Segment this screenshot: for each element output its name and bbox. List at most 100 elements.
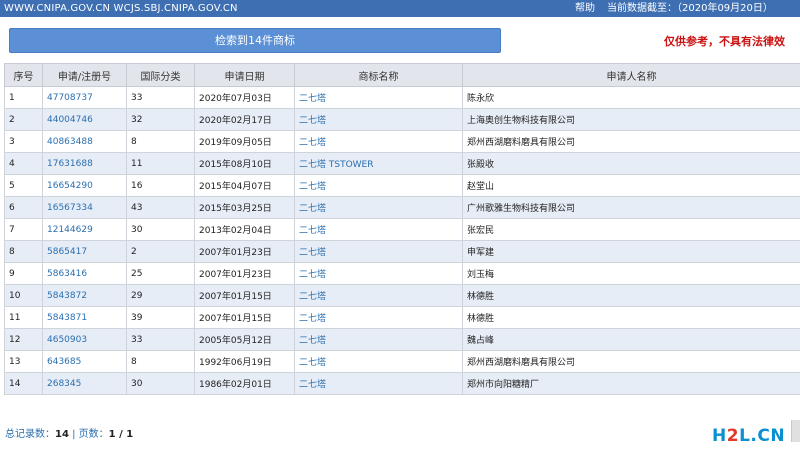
header-intl-class[interactable]: 国际分类	[126, 63, 195, 87]
cell-reg-number[interactable]: 47708737	[42, 86, 127, 109]
help-link[interactable]: 帮助	[575, 0, 595, 17]
cell-intl-class: 29	[126, 284, 195, 307]
cell-mark-name[interactable]: 二七塔	[294, 284, 463, 307]
cell-mark-name[interactable]: 二七塔	[294, 196, 463, 219]
header-app-date[interactable]: 申请日期	[194, 63, 295, 87]
cell-mark-name[interactable]: 二七塔	[294, 86, 463, 109]
cell-applicant: 陈永欣	[462, 86, 800, 109]
cell-serial: 7	[4, 218, 43, 241]
table-row[interactable]: 8 5865417 2 2007年01月23日 二七塔 申军建	[4, 240, 800, 263]
cell-serial: 11	[4, 306, 43, 329]
cell-serial: 14	[4, 372, 43, 395]
cell-serial: 12	[4, 328, 43, 351]
pages-value: 1 / 1	[108, 429, 134, 440]
data-update-date: 当前数据截至：（2020年09月20日）	[607, 3, 773, 14]
cell-reg-number[interactable]: 268345	[42, 372, 127, 395]
cell-app-date: 2005年05月12日	[194, 328, 295, 351]
header-mark-name[interactable]: 商标名称	[294, 63, 463, 87]
cell-app-date: 2020年02月17日	[194, 108, 295, 131]
cell-app-date: 2019年09月05日	[194, 130, 295, 153]
table-row[interactable]: 9 5863416 25 2007年01月23日 二七塔 刘玉梅	[4, 262, 800, 285]
cell-serial: 3	[4, 130, 43, 153]
cell-applicant: 广州歌雅生物科技有限公司	[462, 196, 800, 219]
cell-reg-number[interactable]: 17631688	[42, 152, 127, 175]
table-header-row: 序号 申请/注册号 国际分类 申请日期 商标名称 申请人名称	[4, 63, 800, 87]
cell-app-date: 2015年04月07日	[194, 174, 295, 197]
cell-intl-class: 16	[126, 174, 195, 197]
cell-reg-number[interactable]: 5843872	[42, 284, 127, 307]
cell-app-date: 2015年03月25日	[194, 196, 295, 219]
cell-applicant: 张宏民	[462, 218, 800, 241]
header-serial[interactable]: 序号	[4, 63, 43, 87]
cell-serial: 8	[4, 240, 43, 263]
table-row[interactable]: 13 643685 8 1992年06月19日 二七塔 郑州西湖磨料磨具有限公司	[4, 350, 800, 373]
cell-intl-class: 39	[126, 306, 195, 329]
cell-mark-name[interactable]: 二七塔	[294, 372, 463, 395]
table-row[interactable]: 6 16567334 43 2015年03月25日 二七塔 广州歌雅生物科技有限公司	[4, 196, 800, 219]
watermark-l: L	[739, 426, 751, 446]
cell-reg-number[interactable]: 44004746	[42, 108, 127, 131]
cell-mark-name[interactable]: 二七塔 TSTOWER	[294, 152, 463, 175]
cell-serial: 1	[4, 86, 43, 109]
cell-intl-class: 25	[126, 262, 195, 285]
cell-intl-class: 2	[126, 240, 195, 263]
cell-reg-number[interactable]: 5863416	[42, 262, 127, 285]
table-row[interactable]: 14 268345 30 1986年02月01日 二七塔 郑州市向阳糖精厂	[4, 372, 800, 395]
cell-applicant: 林德胜	[462, 306, 800, 329]
cell-intl-class: 33	[126, 86, 195, 109]
cell-mark-name[interactable]: 二七塔	[294, 240, 463, 263]
table-row[interactable]: 1 47708737 33 2020年07月03日 二七塔 陈永欣	[4, 86, 800, 109]
cell-app-date: 2007年01月15日	[194, 284, 295, 307]
cell-mark-name[interactable]: 二七塔	[294, 262, 463, 285]
cell-app-date: 2007年01月23日	[194, 262, 295, 285]
cell-applicant: 郑州西湖磨料磨具有限公司	[462, 350, 800, 373]
cell-mark-name[interactable]: 二七塔	[294, 218, 463, 241]
cell-reg-number[interactable]: 5843871	[42, 306, 127, 329]
cell-reg-number[interactable]: 16654290	[42, 174, 127, 197]
cell-applicant: 申军建	[462, 240, 800, 263]
top-bar: WWW.CNIPA.GOV.CN WCJS.SBJ.CNIPA.GOV.CN 帮…	[0, 0, 800, 17]
header-applicant[interactable]: 申请人名称	[462, 63, 800, 87]
cell-mark-name[interactable]: 二七塔	[294, 306, 463, 329]
cell-app-date: 2020年07月03日	[194, 86, 295, 109]
table-row[interactable]: 7 12144629 30 2013年02月04日 二七塔 张宏民	[4, 218, 800, 241]
cell-reg-number[interactable]: 16567334	[42, 196, 127, 219]
cell-serial: 2	[4, 108, 43, 131]
cell-app-date: 2007年01月23日	[194, 240, 295, 263]
cell-mark-name[interactable]: 二七塔	[294, 174, 463, 197]
header-reg-number[interactable]: 申请/注册号	[42, 63, 127, 87]
cell-intl-class: 30	[126, 372, 195, 395]
table-row[interactable]: 12 4650903 33 2005年05月12日 二七塔 魏占峰	[4, 328, 800, 351]
cell-app-date: 2013年02月04日	[194, 218, 295, 241]
table-row[interactable]: 3 40863488 8 2019年09月05日 二七塔 郑州西湖磨料磨具有限公司	[4, 130, 800, 153]
cell-intl-class: 30	[126, 218, 195, 241]
cell-reg-number[interactable]: 40863488	[42, 130, 127, 153]
cell-intl-class: 8	[126, 130, 195, 153]
cell-applicant: 郑州西湖磨料磨具有限公司	[462, 130, 800, 153]
table-row[interactable]: 10 5843872 29 2007年01月15日 二七塔 林德胜	[4, 284, 800, 307]
table-row[interactable]: 5 16654290 16 2015年04月07日 二七塔 赵堂山	[4, 174, 800, 197]
cell-app-date: 1986年02月01日	[194, 372, 295, 395]
result-count-bar: 检索到14件商标	[9, 28, 501, 53]
total-records-value: 14	[55, 429, 69, 440]
cell-reg-number[interactable]: 4650903	[42, 328, 127, 351]
cell-mark-name[interactable]: 二七塔	[294, 130, 463, 153]
cell-serial: 6	[4, 196, 43, 219]
cell-intl-class: 43	[126, 196, 195, 219]
table-row[interactable]: 4 17631688 11 2015年08月10日 二七塔 TSTOWER 张殿收	[4, 152, 800, 175]
pagination-summary: 总记录数：14 | 页数：1 / 1	[5, 425, 133, 440]
cell-reg-number[interactable]: 5865417	[42, 240, 127, 263]
h2l-watermark-logo: H2L.CN	[712, 426, 785, 446]
cell-mark-name[interactable]: 二七塔	[294, 108, 463, 131]
table-row[interactable]: 2 44004746 32 2020年02月17日 二七塔 上海奥创生物科技有限公司	[4, 108, 800, 131]
table-row[interactable]: 11 5843871 39 2007年01月15日 二七塔 林德胜	[4, 306, 800, 329]
cell-reg-number[interactable]: 643685	[42, 350, 127, 373]
cell-serial: 10	[4, 284, 43, 307]
cell-intl-class: 11	[126, 152, 195, 175]
cell-app-date: 2007年01月15日	[194, 306, 295, 329]
cell-mark-name[interactable]: 二七塔	[294, 350, 463, 373]
cell-reg-number[interactable]: 12144629	[42, 218, 127, 241]
scroll-handle[interactable]	[791, 420, 800, 442]
cell-applicant: 郑州市向阳糖精厂	[462, 372, 800, 395]
cell-mark-name[interactable]: 二七塔	[294, 328, 463, 351]
